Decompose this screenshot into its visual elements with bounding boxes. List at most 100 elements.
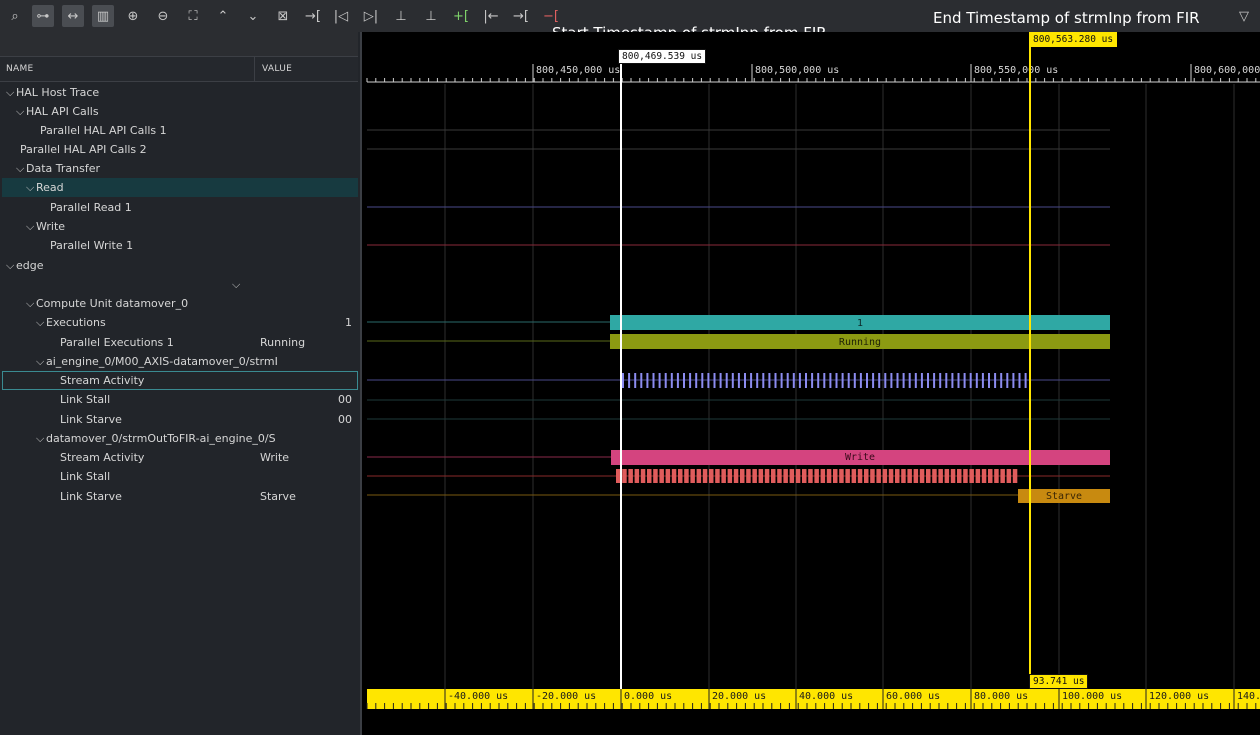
chevron-down-icon[interactable]: ⌵ xyxy=(26,297,36,311)
tree-row[interactable]: Parallel HAL API Calls 1 xyxy=(2,121,358,140)
link-stall-pulse xyxy=(864,469,869,483)
value-column-header[interactable]: VALUE xyxy=(262,64,292,74)
link-stall-pulse xyxy=(938,469,943,483)
link-stall-pulse xyxy=(981,469,987,483)
tree-row[interactable]: ⌵ Executions 1 xyxy=(2,313,358,332)
top-ruler-tick-label: 800,450,000 us xyxy=(536,65,620,76)
link-stall-pulse xyxy=(628,469,633,483)
chevron-down-icon[interactable]: ⌵ xyxy=(36,355,46,369)
tree-row-label: HAL API Calls xyxy=(26,105,99,118)
tree-row-label: Link Starve xyxy=(60,490,122,503)
waveform-canvas[interactable]: 800,450,000 us 800,500,000 us 800,550,000 … xyxy=(362,32,1260,735)
link-stall-pulse xyxy=(857,469,863,483)
link-stall-pulse xyxy=(647,469,652,483)
zoom-fit-icon[interactable]: ⛶ xyxy=(182,5,204,27)
tree-row[interactable]: Link Stall xyxy=(2,467,358,486)
link-stall-pulse xyxy=(721,469,726,483)
link-stall-pulse xyxy=(702,469,708,483)
tree-row[interactable]: Link Starve 00 xyxy=(2,410,358,429)
chevron-down-icon[interactable]: ⌵ xyxy=(36,432,46,446)
chevron-down-icon[interactable]: ⌵ xyxy=(26,220,36,234)
end-timestamp-annotation: End Timestamp of strmInp from FIR xyxy=(933,9,1200,27)
add-marker-icon[interactable]: →[ xyxy=(302,5,324,27)
tree-row[interactable]: ⌵ Read xyxy=(2,178,358,197)
chevron-down-icon[interactable]: ⌵ xyxy=(16,162,26,176)
tree-row-label: Link Stall xyxy=(60,470,111,483)
name-column-header[interactable]: NAME xyxy=(6,64,34,74)
link-stall-pulse xyxy=(926,469,931,483)
tree-row[interactable]: Link Starve Starve xyxy=(2,487,358,506)
link-stall-pulse xyxy=(888,469,894,483)
chevron-down-icon[interactable]: ⌵ xyxy=(6,86,16,100)
tree-row-label: Data Transfer xyxy=(26,162,100,175)
running-bar-label: Running xyxy=(839,337,881,348)
write-bar-label: Write xyxy=(845,452,875,463)
tree-row[interactable]: ⌵ xyxy=(2,275,358,294)
tree-row-label: Parallel HAL API Calls 1 xyxy=(40,124,167,137)
search-icon[interactable]: ⌕ xyxy=(4,5,26,27)
tree-row[interactable]: Stream Activity xyxy=(2,371,358,390)
link-stall-pulse xyxy=(839,469,844,483)
chevron-down-icon[interactable]: ⌵ xyxy=(232,278,242,292)
link-stall-pulse xyxy=(975,469,981,483)
tree-row[interactable]: ⌵ datamover_0/strmOutToFIR-ai_engine_0/S xyxy=(2,429,358,448)
collapse-all-icon[interactable]: ⌃ xyxy=(212,5,234,27)
tree-row-value: Running xyxy=(260,336,306,349)
tree-row[interactable]: Parallel Read 1 xyxy=(2,198,358,217)
fit-width-icon[interactable]: ↔ xyxy=(62,5,84,27)
link-stall-pulse xyxy=(963,469,968,483)
chevron-down-icon[interactable]: ⌵ xyxy=(36,316,46,330)
tree-row[interactable]: ⌵ Compute Unit datamover_0 xyxy=(2,294,358,313)
starve-bar-label: Starve xyxy=(1046,491,1082,502)
link-stall-pulse xyxy=(957,469,962,483)
hierarchy-icon[interactable]: ⊶ xyxy=(32,5,54,27)
tree-row[interactable]: ⌵ HAL API Calls xyxy=(2,102,358,121)
chevron-down-icon[interactable]: ⌵ xyxy=(16,105,26,119)
tree-row[interactable]: ⌵ ai_engine_0/M00_AXIS-datamover_0/strmI xyxy=(2,352,358,371)
next-edge-icon[interactable]: ▷| xyxy=(360,5,382,27)
link-stall-pulse xyxy=(932,469,937,483)
go-to-start-icon[interactable]: |← xyxy=(480,5,502,27)
link-stall-pulse xyxy=(789,469,795,483)
expand-all-icon[interactable]: ⌄ xyxy=(242,5,264,27)
tree-row[interactable]: ⌵ Write xyxy=(2,217,358,236)
delta-time-label[interactable]: 93.741 us xyxy=(1029,674,1089,689)
tree-row-label: Parallel Read 1 xyxy=(50,201,132,214)
tree-row[interactable]: Link Stall 00 xyxy=(2,390,358,409)
tree-row[interactable]: Parallel HAL API Calls 2 xyxy=(2,140,358,159)
bottom-ruler-tick-label: 20.000 us xyxy=(712,691,766,702)
column-divider[interactable] xyxy=(254,57,255,81)
waveform-view[interactable]: 800,450,000 us 800,500,000 us 800,550,000 … xyxy=(362,32,1260,735)
link-stall-pulse xyxy=(876,469,881,483)
filter-icon[interactable]: ▽ xyxy=(1233,5,1255,27)
bottom-ruler-tick-label: 0.000 us xyxy=(624,691,672,702)
start-marker-label[interactable]: 800,469.539 us xyxy=(618,49,707,64)
tree-row-label: Parallel HAL API Calls 2 xyxy=(20,143,147,156)
tree-row[interactable]: ⌵ Data Transfer xyxy=(2,159,358,178)
go-to-marker-icon[interactable]: →[ xyxy=(510,5,532,27)
link-stall-pulse xyxy=(845,469,850,483)
link-stall-pulse xyxy=(690,469,695,483)
link-stall-pulse xyxy=(616,469,621,483)
chevron-down-icon[interactable]: ⌵ xyxy=(26,181,36,195)
add-green-marker-icon[interactable]: +[ xyxy=(450,5,472,27)
tree-row[interactable]: ⌵ HAL Host Trace xyxy=(2,83,358,102)
tree-row[interactable]: Parallel Write 1 xyxy=(2,236,358,255)
previous-edge-icon[interactable]: |◁ xyxy=(330,5,352,27)
snap-left-icon[interactable]: ⊥ xyxy=(390,5,412,27)
zoom-in-icon[interactable]: ⊕ xyxy=(122,5,144,27)
top-ruler-tick-label: 800,500,000 us xyxy=(755,65,839,76)
end-marker-label[interactable]: 800,563.280 us xyxy=(1029,32,1118,47)
columns-icon[interactable]: ▥ xyxy=(92,5,114,27)
link-stall-pulse xyxy=(653,469,658,483)
remove-icon[interactable]: ⊠ xyxy=(272,5,294,27)
zoom-out-icon[interactable]: ⊖ xyxy=(152,5,174,27)
tree-row[interactable]: Stream Activity Write xyxy=(2,448,358,467)
chevron-down-icon[interactable]: ⌵ xyxy=(6,259,16,273)
bottom-ruler-tick-label: 120.000 us xyxy=(1149,691,1209,702)
snap-right-icon[interactable]: ⊥ xyxy=(420,5,442,27)
tree-row[interactable]: ⌵ edge xyxy=(2,256,358,275)
link-stall-pulse xyxy=(777,469,782,483)
tree-row[interactable]: Parallel Executions 1 Running xyxy=(2,333,358,352)
link-stall-pulse xyxy=(758,469,764,483)
